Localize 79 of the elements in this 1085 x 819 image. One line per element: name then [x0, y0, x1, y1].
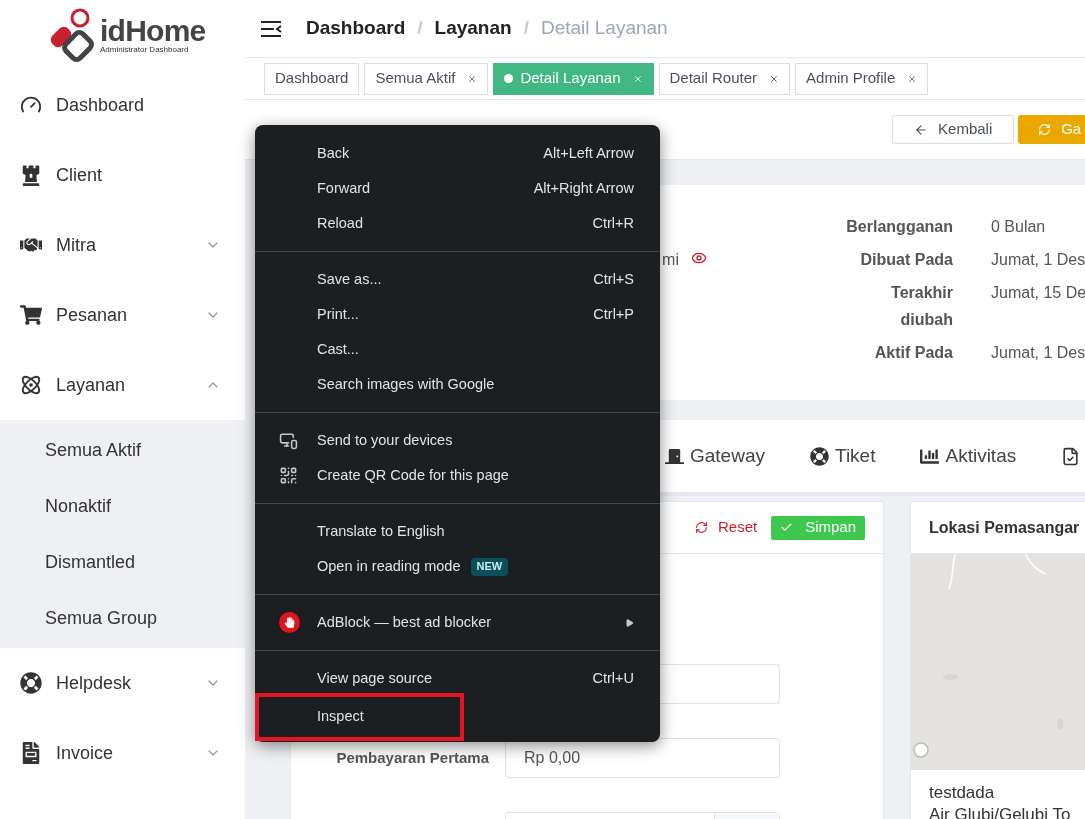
devices-icon: [279, 431, 298, 450]
menu-item[interactable]: Create QR Code for this page: [255, 458, 660, 493]
logo-icon: [50, 8, 96, 62]
tab-icon: [665, 446, 684, 466]
refresh-icon: [1038, 123, 1052, 136]
close-icon[interactable]: [907, 73, 918, 84]
detail-tab[interactable]: Tiket: [810, 441, 876, 471]
detail-label: Aktif Pada: [873, 343, 953, 363]
submenu-item[interactable]: Semua Group: [0, 590, 245, 646]
menu-item[interactable]: Send to your devices: [255, 423, 660, 458]
submenu-item[interactable]: Semua Aktif: [0, 422, 245, 478]
detail-tab[interactable]: Gateway: [665, 441, 765, 471]
stop-hand-icon: [279, 612, 300, 633]
breadcrumb-separator: /: [523, 16, 529, 41]
breadcrumb-separator: /: [417, 16, 423, 41]
menu-item[interactable]: View page source Ctrl+U: [255, 661, 660, 696]
sidebar-item[interactable]: Layanan: [0, 350, 245, 420]
brand-name: idHome: [100, 16, 206, 46]
sidebar-item[interactable]: Client: [0, 140, 245, 210]
detail-label: Berlangganan: [845, 217, 953, 237]
submenu-item[interactable]: Nonaktif: [0, 478, 245, 534]
field-label: Pembayaran Pertama: [336, 749, 489, 766]
sidebar-item[interactable]: Invoice: [0, 718, 245, 788]
detail-value: 0 Bulan: [991, 217, 1047, 237]
refresh-icon: [694, 521, 708, 534]
breadcrumb-item: Detail Layanan: [540, 16, 668, 41]
close-icon[interactable]: [769, 73, 780, 84]
page-tab[interactable]: Admin Profile: [795, 62, 929, 95]
brand-tagline: Administrator Dashboard: [100, 46, 190, 54]
back-button[interactable]: Kembali: [892, 115, 1015, 144]
menu-item[interactable]: Open in reading mode NEW: [255, 549, 660, 584]
arrow-left-icon: [914, 122, 929, 137]
menu-item[interactable]: Back Alt+Left Arrow: [255, 136, 660, 171]
page-tab[interactable]: Dashboard: [264, 62, 360, 95]
menu-item[interactable]: Save as... Ctrl+S: [255, 262, 660, 297]
sidebar-item[interactable]: Mitra: [0, 210, 245, 280]
detail-tab[interactable]: Aktivitas: [920, 441, 1017, 471]
shortcut-text: Ctrl+R: [592, 213, 634, 233]
submenu-item[interactable]: Dismantled: [0, 534, 245, 590]
check-icon: [780, 521, 794, 534]
detail-label: Dibuat Pada: [859, 250, 953, 270]
menu-item[interactable]: Translate to English: [255, 514, 660, 549]
detail-value: Jumat, 1 Des: [991, 343, 1085, 363]
new-badge: NEW: [470, 557, 509, 576]
menu-item[interactable]: Search images with Google: [255, 367, 660, 402]
menu-item[interactable]: Forward Alt+Right Arrow: [255, 171, 660, 206]
close-icon[interactable]: [467, 73, 478, 84]
input-field[interactable]: Rp 0,00: [505, 738, 780, 778]
detail-tab[interactable]: [1061, 446, 1081, 466]
detail-label: Terakhir diubah: [890, 283, 953, 330]
card-title: Lokasi Pemasangar: [929, 517, 1080, 538]
page-tab[interactable]: Semua Aktif: [364, 62, 489, 95]
detail-value: Jumat, 15 De: [991, 283, 1085, 303]
menu-item[interactable]: Cast...: [255, 332, 660, 367]
menu-item[interactable]: Print... Ctrl+P: [255, 297, 660, 332]
submenu-arrow-icon: [625, 617, 634, 628]
menu-item[interactable]: Reload Ctrl+R: [255, 206, 660, 241]
breadcrumb-item[interactable]: Layanan: [434, 14, 512, 43]
owner-text: mi: [662, 250, 679, 270]
eye-icon[interactable]: [691, 250, 707, 266]
sidebar-item[interactable]: Dashboard: [0, 70, 245, 140]
shortcut-text: Alt+Right Arrow: [533, 178, 634, 198]
detail-value: Jumat, 1 Des: [991, 250, 1085, 270]
tab-icon: [1061, 446, 1081, 466]
shortcut-text: Ctrl+U: [592, 668, 634, 688]
location-name: testdada: [929, 782, 996, 804]
shortcut-text: Alt+Left Arrow: [543, 143, 634, 163]
page-tab[interactable]: Detail Router: [658, 62, 791, 95]
menu-item[interactable]: AdBlock — best ad blocker: [255, 605, 660, 640]
sidebar-item[interactable]: Helpdesk: [0, 648, 245, 718]
sidebar-item[interactable]: Pesanan: [0, 280, 245, 350]
reset-button[interactable]: Reset: [694, 516, 758, 539]
breadcrumb-item[interactable]: Dashboard: [306, 14, 406, 43]
tab-icon: [810, 446, 829, 466]
menu-item[interactable]: Inspect: [255, 693, 464, 741]
qr-code-icon: [279, 466, 298, 485]
shortcut-text: Ctrl+P: [593, 304, 634, 324]
shortcut-text: Ctrl+S: [593, 269, 634, 289]
tab-icon: [920, 446, 940, 466]
